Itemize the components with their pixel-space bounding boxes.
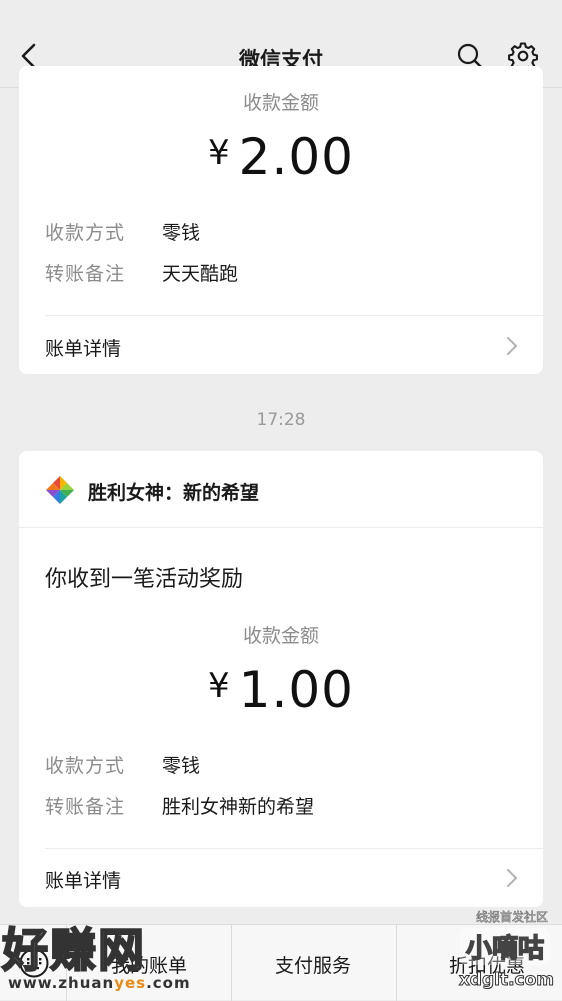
field-value: 胜利女神新的希望 [162, 796, 315, 818]
field-value: 天天酷跑 [162, 263, 239, 285]
bottom-menu-bar: 我的账单 支付服务 折扣优惠 [0, 924, 562, 1001]
field-value: 零钱 [162, 222, 201, 244]
keyboard-icon[interactable] [18, 947, 50, 979]
watermark-tagline: 线报首发社区 [475, 910, 549, 925]
menu-tab-label: 折扣优惠 [449, 955, 526, 977]
amount-value: ¥2.00 [19, 128, 543, 186]
divider [45, 848, 543, 849]
merchant-logo-icon [46, 476, 74, 504]
chevron-right-icon[interactable] [505, 867, 519, 889]
menu-tab-label: 支付服务 [275, 955, 352, 977]
amount-label: 收款金额 [242, 625, 319, 647]
field-row: 转账备注 天天酷跑 [45, 259, 238, 286]
field-row: 收款方式 零钱 [45, 751, 200, 778]
menu-tab-discounts[interactable]: 折扣优惠 [397, 925, 562, 1001]
field-key: 转账备注 [45, 796, 126, 818]
notice-text: 你收到一笔活动奖励 [45, 567, 244, 592]
bill-detail-link[interactable]: 账单详情 [45, 866, 121, 893]
field-key: 收款方式 [45, 755, 126, 777]
chevron-right-icon[interactable] [505, 335, 519, 357]
divider [45, 315, 543, 316]
payment-card: 胜利女神：新的希望 你收到一笔活动奖励 收款金额 ¥1.00 收款方式 零钱 转账… [19, 451, 543, 907]
message-timestamp: 17:28 [256, 410, 306, 430]
field-value: 零钱 [162, 755, 201, 777]
amount-number: 2.00 [238, 128, 354, 186]
menu-tab-payment-services[interactable]: 支付服务 [232, 925, 396, 1001]
currency-symbol: ¥ [208, 133, 231, 173]
currency-symbol: ¥ [208, 666, 231, 706]
payment-card: 收款金额 ¥2.00 收款方式 零钱 转账备注 天天酷跑 账单详情 [19, 66, 543, 374]
merchant-name: 胜利女神：新的希望 [88, 482, 260, 504]
field-row: 收款方式 零钱 [45, 218, 200, 245]
menu-tab-my-bills[interactable]: 我的账单 [67, 925, 231, 1001]
field-key: 收款方式 [45, 222, 126, 244]
menu-tab-label: 我的账单 [111, 955, 188, 977]
field-key: 转账备注 [45, 263, 126, 285]
bill-detail-link[interactable]: 账单详情 [45, 334, 121, 361]
amount-label: 收款金额 [242, 92, 319, 114]
amount-value: ¥1.00 [19, 661, 543, 719]
amount-number: 1.00 [238, 661, 354, 719]
divider [19, 527, 543, 528]
field-row: 转账备注 胜利女神新的希望 [45, 792, 314, 819]
